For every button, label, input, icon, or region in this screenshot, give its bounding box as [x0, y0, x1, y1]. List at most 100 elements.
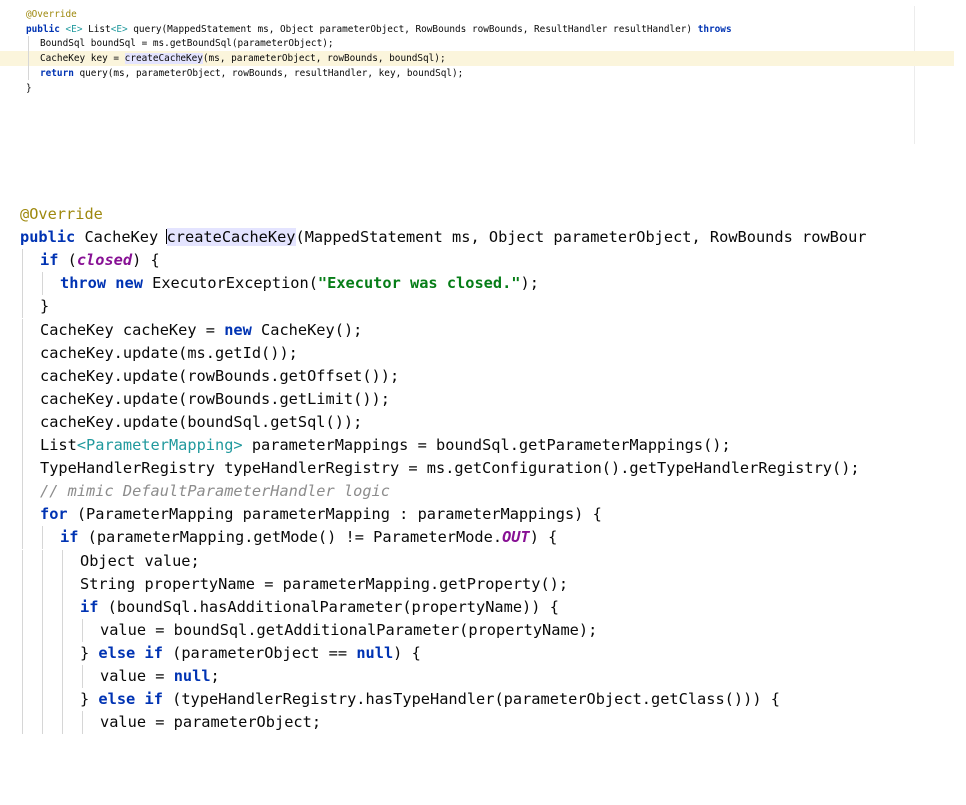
token-kw: if [40, 251, 59, 270]
code-line[interactable]: if (boundSql.hasAdditionalParameter(prop… [0, 596, 559, 619]
code-line[interactable]: String propertyName = parameterMapping.g… [0, 573, 568, 596]
code-line[interactable]: @Override [0, 7, 77, 22]
token: (parameterObject == [162, 643, 357, 662]
indent-guide [28, 51, 29, 66]
indent-guide [42, 549, 43, 573]
code-line[interactable]: cacheKey.update(boundSql.getSql()); [0, 411, 362, 434]
token: cacheKey.update(ms.getId()); [40, 343, 298, 362]
token: ( [58, 251, 77, 270]
indent-guide [22, 387, 23, 411]
indent-guide [22, 272, 23, 296]
code-line[interactable]: } [0, 295, 49, 318]
code-line[interactable]: CacheKey key = createCacheKey(ms, parame… [0, 51, 954, 67]
token-kw: null [356, 643, 394, 662]
code-line[interactable]: return query(ms, parameterObject, rowBou… [0, 66, 463, 81]
indent-guide [42, 572, 43, 596]
indent-guide [22, 618, 23, 642]
token-kw: throw [60, 274, 107, 293]
indent-guide [62, 549, 63, 573]
code-line[interactable]: cacheKey.update(rowBounds.getLimit()); [0, 388, 390, 411]
code-line[interactable]: CacheKey cacheKey = new CacheKey(); [0, 319, 362, 342]
indent-guide [42, 641, 43, 665]
token: String propertyName = parameterMapping.g… [80, 574, 569, 593]
token: ) { [132, 251, 160, 270]
token: (typeHandlerRegistry.hasTypeHandler(para… [162, 690, 780, 709]
indent-guide [42, 272, 43, 296]
code-line[interactable]: } [0, 81, 32, 96]
indent-guide [22, 688, 23, 712]
token: } [40, 297, 50, 316]
token: } [80, 643, 99, 662]
code-line[interactable]: // mimic DefaultParameterHandler logic [0, 480, 390, 503]
token-usage: eKey [180, 53, 203, 65]
indent-guide [62, 665, 63, 689]
token: Object value; [80, 551, 200, 570]
indent-guide [82, 618, 83, 642]
token-kw: if [144, 643, 163, 662]
code-line[interactable]: value = parameterObject; [0, 711, 321, 734]
token-usage: createCach [124, 53, 182, 65]
code-line[interactable]: Object value; [0, 550, 200, 573]
token-kw: for [40, 505, 68, 524]
token: value = boundSql.getAdditionalParameter(… [100, 620, 598, 639]
indent-guide [42, 688, 43, 712]
token-kw: else [98, 690, 136, 709]
indent-guide [22, 249, 23, 273]
indent-guide [22, 595, 23, 619]
token-kw: null [173, 667, 211, 685]
code-line[interactable]: value = boundSql.getAdditionalParameter(… [0, 619, 597, 642]
token-kw: new [224, 320, 252, 339]
indent-guide [22, 711, 23, 735]
indent-guide [22, 526, 23, 550]
code-line[interactable]: List<ParameterMapping> parameterMappings… [0, 434, 731, 457]
indent-guide [22, 341, 23, 365]
code-line[interactable]: throw new ExecutorException("Executor wa… [0, 272, 539, 295]
token: } [26, 82, 32, 94]
code-line[interactable]: cacheKey.update(rowBounds.getOffset()); [0, 365, 399, 388]
token-gen: <ParameterMapping> [76, 436, 243, 454]
token: CacheKey key = [40, 53, 125, 65]
token: value = [100, 667, 174, 685]
token: (ParameterMapping parameterMapping : par… [67, 505, 602, 524]
code-line[interactable]: if (closed) { [0, 249, 160, 272]
indent-guide [22, 572, 23, 596]
indent-guide [22, 457, 23, 481]
code-line[interactable]: } else if (parameterObject == null) { [0, 642, 421, 665]
token: cacheKey.update(boundSql.getSql()); [40, 412, 363, 431]
indent-guide [22, 295, 23, 319]
token-kw: else [98, 643, 136, 662]
token: ) { [529, 528, 558, 547]
token-ann: @Override [26, 9, 77, 20]
token-kw: if [144, 690, 163, 709]
indent-guide [22, 318, 23, 342]
token: query(ms, parameterObject, rowBounds, re… [73, 67, 464, 79]
code-line[interactable]: if (parameterMapping.getMode() != Parame… [0, 526, 557, 549]
code-line[interactable]: for (ParameterMapping parameterMapping :… [0, 503, 602, 526]
indent-guide [22, 480, 23, 504]
token: value = parameterObject; [100, 713, 322, 732]
indent-guide [42, 711, 43, 735]
token: } [80, 690, 99, 709]
code-line[interactable]: } else if (typeHandlerRegistry.hasTypeHa… [0, 688, 780, 711]
token-kw: public [26, 23, 60, 35]
code-line[interactable]: TypeHandlerRegistry typeHandlerRegistry … [0, 457, 860, 480]
code-line[interactable]: public <E> List<E> query(MappedStatement… [0, 22, 732, 37]
token-kw: if [80, 597, 99, 616]
token-enum: closed [76, 251, 133, 270]
code-line[interactable]: public CacheKey createCacheKey(MappedSta… [0, 226, 867, 249]
token-cmt: // mimic DefaultParameterHandler logic [40, 482, 390, 501]
token-kw: public [20, 228, 76, 247]
token: CacheKey(); [251, 320, 363, 339]
token-enum: OUT [502, 528, 530, 547]
code-line[interactable]: cacheKey.update(ms.getId()); [0, 342, 298, 365]
token-usage: createCacheKey [166, 228, 296, 247]
token: (MappedStatement ms, Object parameterObj… [295, 228, 867, 247]
code-line[interactable]: BoundSql boundSql = ms.getBoundSql(param… [0, 36, 334, 51]
indent-guide [22, 434, 23, 458]
indent-guide [82, 665, 83, 689]
token: BoundSql boundSql = ms.getBoundSql(param… [40, 38, 334, 50]
code-line[interactable]: @Override [0, 203, 103, 226]
token: cacheKey.update(rowBounds.getOffset()); [40, 366, 400, 385]
token: List [82, 23, 111, 35]
code-line[interactable]: value = null; [0, 665, 220, 688]
